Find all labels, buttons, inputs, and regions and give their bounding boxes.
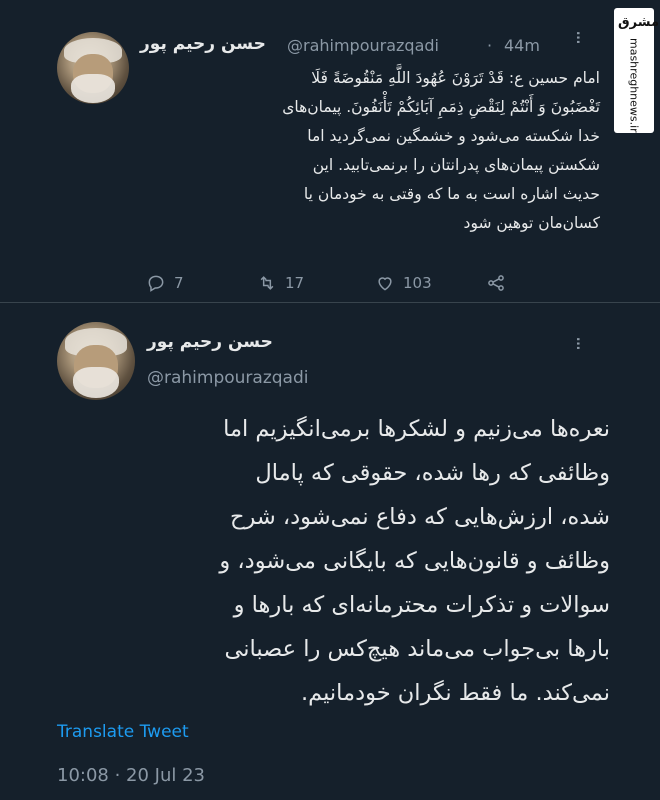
tweet-line: نمی‌کند. ما فقط نگران خودمانیم. (300, 680, 610, 706)
more-options-icon[interactable]: ··· (566, 30, 590, 43)
site-watermark: مشرق mashreghnews.ir (614, 8, 659, 133)
retweet-count: 17 (285, 274, 305, 292)
author-name[interactable]: حسن رحیم پور (140, 34, 266, 54)
tweet-line: شده، ارزش‌هایی که دفاع نمی‌شود، شرح (229, 504, 610, 530)
tweet-line: نعره‌ها می‌زنیم و لشکرها برمی‌انگیزیم ام… (223, 416, 610, 442)
avatar[interactable] (57, 32, 129, 104)
more-options-icon[interactable]: ··· (566, 336, 590, 349)
tweet-line: تَغْضَبُونَ وَ أَنْتُمْ لِنَقْضِ ذِمَمِ … (282, 98, 600, 116)
tweet-time[interactable]: 44m (504, 36, 540, 55)
tweet-text: نعره‌ها می‌زنیم و لشکرها برمی‌انگیزیم ام… (57, 407, 610, 715)
author-handle[interactable]: @rahimpourazqadi (287, 36, 439, 55)
tweet-timestamp[interactable]: 10:08 · 20 Jul 23 (57, 765, 205, 786)
reply-button[interactable]: 7 (146, 272, 184, 294)
retweet-icon (260, 276, 274, 290)
like-button[interactable]: 103 (375, 272, 432, 294)
reply-icon (148, 275, 164, 292)
author-name[interactable]: حسن رحیم پور (147, 332, 273, 352)
author-handle[interactable]: @rahimpourazqadi (147, 368, 308, 388)
share-button[interactable] (486, 272, 514, 294)
share-icon (488, 275, 504, 291)
tweet-line: وظائفی که رها شده، حقوقی که پامال (255, 460, 610, 486)
like-count: 103 (403, 274, 432, 292)
tweet-line: حدیث اشاره است به ما که وقتی به خودمان ی… (303, 185, 600, 203)
translate-tweet-link[interactable]: Translate Tweet (57, 722, 189, 742)
tweet-line: وظائف و قانون‌هایی که بایگانی می‌شود، و (219, 548, 610, 574)
retweet-button[interactable]: 17 (257, 272, 304, 294)
tweet-line: شکستن پیمان‌های پدرانتان را برنمی‌تابید.… (312, 156, 600, 174)
tweet-line: خدا شکسته می‌شود و خشمگین نمی‌گردید اما (307, 127, 600, 145)
tweet-line: سوالات و تذکرات محترمانه‌ای که بارها و (233, 592, 610, 618)
avatar[interactable] (57, 322, 135, 400)
time-separator: · (487, 36, 493, 55)
tweet-text: امام حسین ع: قَدْ تَرَوْنَ عُهُودَ اللَّ… (140, 64, 600, 238)
tweet-line: امام حسین ع: قَدْ تَرَوْنَ عُهُودَ اللَّ… (311, 69, 600, 87)
tweet-line: بارها بی‌جواب می‌ماند هیچ‌کس را عصبانی (224, 636, 610, 662)
tweet-line: کسان‌مان توهین شود (463, 214, 600, 232)
divider (0, 302, 660, 303)
watermark-site: mashreghnews.ir (627, 38, 641, 133)
tweet-first[interactable]: حسن رحیم پور @rahimpourazqadi · 44m ··· … (0, 0, 660, 300)
reply-count: 7 (174, 274, 184, 292)
watermark-logo: مشرق (618, 15, 659, 30)
heart-icon (378, 277, 392, 291)
